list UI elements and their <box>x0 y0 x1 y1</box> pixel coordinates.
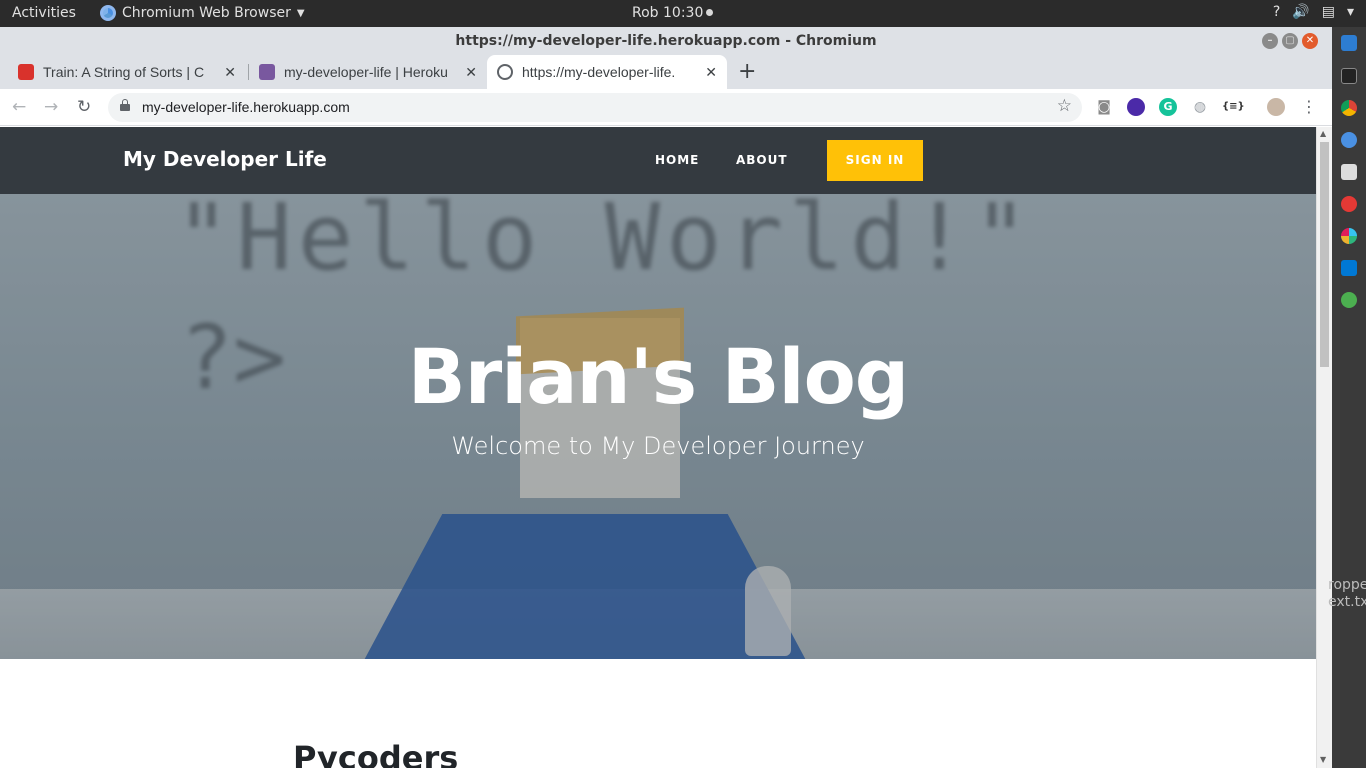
system-top-bar: Activities Chromium Web Browser ▼ Rob 10… <box>0 0 1366 27</box>
clock-label: Rob 10:30 <box>632 5 704 21</box>
new-tab-button[interactable]: + <box>738 59 756 84</box>
address-bar-url[interactable]: my-developer-life.herokuapp.com <box>142 99 350 115</box>
system-menu-chevron-icon[interactable]: ▾ <box>1347 4 1354 20</box>
clock[interactable]: Rob 10:30 <box>632 5 714 21</box>
chrome-dock-icon[interactable] <box>1341 100 1357 116</box>
window-titlebar[interactable]: https://my-developer-life.herokuapp.com … <box>0 27 1332 55</box>
chromium-icon <box>100 5 116 21</box>
scroll-down-icon[interactable]: ▼ <box>1320 755 1326 764</box>
window-controls: – ▢ ✕ <box>1262 33 1318 49</box>
nav-home-link[interactable]: HOME <box>655 153 699 167</box>
chromium-dock-icon[interactable] <box>1341 132 1357 148</box>
page-scrollbar[interactable]: ▲ ▼ <box>1316 127 1332 768</box>
desktop-file-label-line: roppe <box>1328 577 1366 593</box>
tab-heroku[interactable]: my-developer-life | Heroku ✕ <box>249 55 487 89</box>
lock-icon[interactable] <box>120 99 130 111</box>
back-button[interactable]: ← <box>12 97 26 117</box>
close-tab-icon[interactable]: ✕ <box>224 64 236 81</box>
hero-subtitle: Welcome to My Developer Journey <box>451 432 865 460</box>
window-title: https://my-developer-life.herokuapp.com … <box>455 33 877 49</box>
maximize-button[interactable]: ▢ <box>1282 33 1298 49</box>
globe-favicon-icon <box>497 64 513 80</box>
browser-window: https://my-developer-life.herokuapp.com … <box>0 27 1332 768</box>
address-bar[interactable]: my-developer-life.herokuapp.com ☆ <box>108 93 1082 122</box>
desktop-file-label[interactable]: roppe ext.tx <box>1328 577 1366 611</box>
post-title-link[interactable]: Pycoders <box>293 739 458 768</box>
scroll-up-icon[interactable]: ▲ <box>1320 129 1326 138</box>
vscode-dock-icon[interactable] <box>1341 35 1357 51</box>
system-tray[interactable]: ? 🔊 ▤ ▾ <box>1273 4 1354 20</box>
tab-strip: Train: A String of Sorts | C ✕ my-develo… <box>0 55 1332 89</box>
tab-label: my-developer-life | Heroku <box>284 64 448 80</box>
nav-about-link[interactable]: ABOUT <box>736 153 788 167</box>
help-icon[interactable]: ? <box>1273 4 1280 20</box>
vscode-dock-icon[interactable] <box>1341 260 1357 276</box>
app-dock-icon[interactable] <box>1341 196 1357 212</box>
camera-extension-icon[interactable]: ◙ <box>1095 98 1113 116</box>
browser-toolbar: ← → ↻ my-developer-life.herokuapp.com ☆ … <box>0 89 1332 126</box>
tab-label: Train: A String of Sorts | C <box>43 64 205 80</box>
app-menu-label: Chromium Web Browser <box>122 5 291 21</box>
hero-overlay <box>0 194 1316 659</box>
terminal-dock-icon[interactable] <box>1341 68 1357 84</box>
hero-title: Brian's Blog <box>407 332 909 421</box>
profile-avatar[interactable] <box>1267 98 1285 116</box>
grammarly-extension-icon[interactable]: G <box>1159 98 1177 116</box>
utorrent-dock-icon[interactable] <box>1341 292 1357 308</box>
close-tab-icon[interactable]: ✕ <box>705 64 717 81</box>
scrollbar-thumb[interactable] <box>1320 142 1329 367</box>
hero-banner: "Hello World!" ?> Brian's Blog Welcome t… <box>0 194 1316 659</box>
close-window-button[interactable]: ✕ <box>1302 33 1318 49</box>
page-viewport: My Developer Life HOME ABOUT SIGN IN "He… <box>0 127 1316 768</box>
bookmark-star-icon[interactable]: ☆ <box>1057 96 1072 116</box>
site-brand-link[interactable]: My Developer Life <box>123 147 327 171</box>
app-menu[interactable]: Chromium Web Browser ▼ <box>100 5 305 21</box>
activities-button[interactable]: Activities <box>12 5 76 21</box>
minimize-button[interactable]: – <box>1262 33 1278 49</box>
json-extension-icon[interactable]: {≡} <box>1222 98 1245 116</box>
chevron-down-icon: ▼ <box>296 7 305 19</box>
globe-extension-icon[interactable]: ◍ <box>1191 98 1209 116</box>
codewars-favicon-icon <box>18 64 34 80</box>
desktop-file-label-line: ext.tx <box>1328 594 1366 610</box>
clipboard-icon[interactable]: ▤ <box>1322 4 1335 20</box>
notification-dot-icon <box>706 9 714 16</box>
tab-label: https://my-developer-life. <box>522 64 676 80</box>
volume-icon[interactable]: 🔊 <box>1292 4 1309 20</box>
forward-button[interactable]: → <box>44 97 58 117</box>
heroku-favicon-icon <box>259 64 275 80</box>
browser-menu-icon[interactable]: ⋮ <box>1300 98 1318 116</box>
tab-my-developer-life[interactable]: https://my-developer-life. ✕ <box>487 55 727 89</box>
tab-codewars[interactable]: Train: A String of Sorts | C ✕ <box>8 55 246 89</box>
slack-dock-icon[interactable] <box>1341 228 1357 244</box>
site-navbar: My Developer Life HOME ABOUT SIGN IN <box>0 127 1316 194</box>
reload-button[interactable]: ↻ <box>77 97 91 117</box>
layers-extension-icon[interactable] <box>1127 98 1145 116</box>
files-dock-icon[interactable] <box>1341 164 1357 180</box>
sign-in-button[interactable]: SIGN IN <box>827 140 923 181</box>
close-tab-icon[interactable]: ✕ <box>465 64 477 81</box>
dock <box>1332 27 1366 768</box>
